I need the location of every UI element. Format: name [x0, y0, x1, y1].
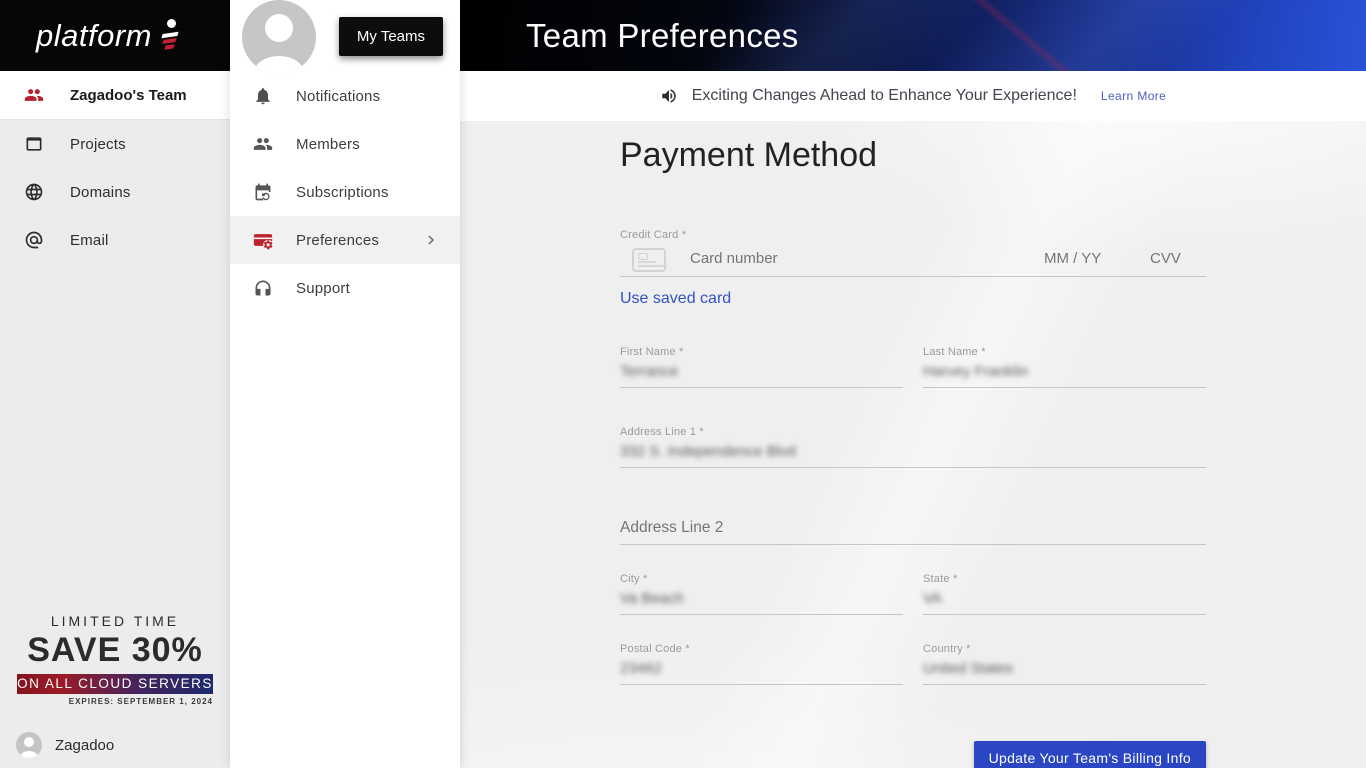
city-state-row: City * State * [620, 573, 1206, 615]
first-name-input[interactable] [620, 358, 903, 387]
promo-eyebrow: LIMITED TIME [50, 613, 180, 629]
last-name-label: Last Name * [923, 346, 986, 358]
chevron-right-icon [428, 235, 434, 245]
panel-item-members[interactable]: Members [230, 120, 460, 168]
user-avatar [16, 732, 42, 758]
sidebar-item-domains[interactable]: Domains [0, 168, 230, 216]
promo-subline: ON ALL CLOUD SERVERS [17, 674, 213, 694]
panel-item-label: Preferences [296, 231, 380, 249]
address1-input[interactable] [620, 438, 1206, 467]
name-row: First Name * Last Name * [620, 346, 1206, 388]
teams-panel-nav: Notifications Members Subscriptions Pref… [230, 72, 460, 312]
page-header: Team Preferences [460, 0, 1366, 71]
update-billing-button[interactable]: Update Your Team's Billing Info [973, 741, 1206, 768]
sidebar-item-label: Email [70, 231, 109, 249]
last-name-field: Last Name * [923, 346, 1206, 388]
projects-window-icon [26, 137, 42, 151]
announcement-banner: Exciting Changes Ahead to Enhance Your E… [460, 71, 1366, 121]
sidebar: platform Zagadoo's Team Projects Domains… [0, 0, 230, 768]
panel-item-subscriptions[interactable]: Subscriptions [230, 168, 460, 216]
state-input[interactable] [923, 585, 1206, 614]
team-name-label: Zagadoo's Team [70, 86, 187, 104]
panel-item-label: Notifications [296, 87, 381, 105]
brand-logo[interactable]: platform [0, 0, 230, 71]
address2-field [620, 514, 1206, 545]
learn-more-link[interactable]: Learn More [1101, 89, 1166, 103]
sidebar-item-team[interactable]: Zagadoo's Team [0, 71, 230, 120]
my-teams-button[interactable]: My Teams [338, 17, 443, 56]
last-name-input[interactable] [923, 358, 1206, 387]
address1-label: Address Line 1 * [620, 426, 704, 438]
credit-card-label: Credit Card * [620, 229, 687, 241]
postal-code-field: Postal Code * [620, 643, 903, 685]
city-label: City * [620, 573, 648, 585]
city-input[interactable] [620, 585, 903, 614]
panel-item-label: Subscriptions [296, 183, 389, 201]
promo-expires: EXPIRES: SEPTEMBER 1, 2024 [68, 697, 213, 706]
card-expiry-input[interactable] [1044, 245, 1128, 274]
card-settings-icon [253, 234, 273, 250]
section-title: Payment Method [620, 136, 878, 174]
sidebar-item-email[interactable]: Email [0, 216, 230, 264]
state-label: State * [923, 573, 958, 585]
current-user[interactable]: Zagadoo [16, 732, 114, 758]
team-group-icon [24, 89, 44, 101]
speaker-icon [661, 89, 676, 103]
members-group-icon [253, 138, 273, 150]
use-saved-card-link[interactable]: Use saved card [620, 290, 731, 308]
credit-card-icon [632, 247, 666, 272]
sidebar-item-projects[interactable]: Projects [0, 120, 230, 168]
first-name-label: First Name * [620, 346, 684, 358]
globe-icon [25, 183, 43, 201]
sidebar-item-label: Domains [70, 183, 131, 201]
panel-item-notifications[interactable]: Notifications [230, 72, 460, 120]
sidebar-nav: Projects Domains Email [0, 120, 230, 264]
panel-item-preferences[interactable]: Preferences [230, 216, 460, 264]
content-area: Payment Method Credit Card * Use saved c… [460, 121, 1366, 768]
credit-card-group: Credit Card * Use saved card [620, 229, 1206, 308]
bell-icon [256, 88, 270, 105]
postal-code-input[interactable] [620, 655, 903, 684]
country-input[interactable] [923, 655, 1206, 684]
brand-icon [160, 16, 180, 56]
country-label: Country * [923, 643, 971, 655]
panel-item-label: Support [296, 279, 350, 297]
address1-field: Address Line 1 * [620, 426, 1206, 468]
state-field: State * [923, 573, 1206, 615]
credit-card-row [620, 241, 1206, 277]
at-email-icon [25, 231, 43, 249]
sidebar-item-label: Projects [70, 135, 126, 153]
city-field: City * [620, 573, 903, 615]
team-avatar [242, 0, 316, 74]
panel-item-label: Members [296, 135, 360, 153]
headset-icon [255, 280, 271, 296]
postal-code-label: Postal Code * [620, 643, 690, 655]
card-cvv-input[interactable] [1150, 245, 1206, 274]
postal-country-row: Postal Code * Country * [620, 643, 1206, 685]
address2-input[interactable] [620, 514, 1206, 544]
billing-form: Credit Card * Use saved card First Name … [620, 229, 1206, 768]
announcement-text: Exciting Changes Ahead to Enhance Your E… [691, 87, 1077, 104]
promo-headline: SAVE 30% [27, 631, 203, 669]
main-area: Team Preferences Exciting Changes Ahead … [460, 0, 1366, 768]
panel-item-support[interactable]: Support [230, 264, 460, 312]
page-title: Team Preferences [526, 16, 799, 54]
submit-row: Update Your Team's Billing Info [620, 741, 1206, 768]
brand-logo-text: platform [36, 17, 152, 53]
country-field: Country * [923, 643, 1206, 685]
card-number-input[interactable] [690, 245, 1044, 274]
teams-panel-header: My Teams [230, 0, 460, 74]
user-name-label: Zagadoo [55, 736, 115, 754]
teams-panel: My Teams Notifications Members Subscript… [230, 0, 460, 768]
promo-banner[interactable]: LIMITED TIME SAVE 30% ON ALL CLOUD SERVE… [0, 613, 230, 706]
calendar-repeat-icon [255, 183, 271, 201]
first-name-field: First Name * [620, 346, 903, 388]
